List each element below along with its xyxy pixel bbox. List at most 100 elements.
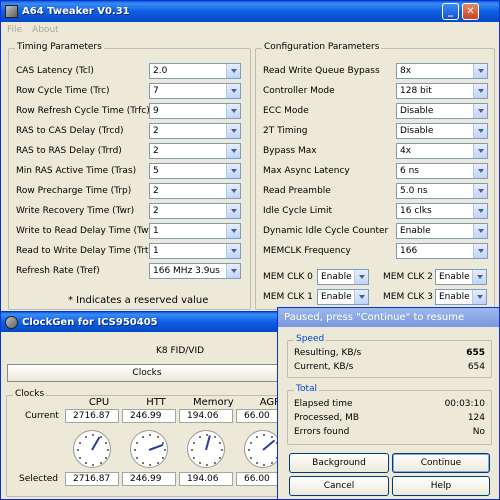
config-select[interactable]: 8x [396,63,488,79]
dropdown-arrow-icon[interactable] [473,124,487,138]
timing-label: RAS to RAS Delay (Trrd) [16,146,122,156]
config-select[interactable]: Disable [396,103,488,119]
timing-select[interactable]: 2 [149,123,241,139]
timing-select[interactable]: 2 [149,143,241,159]
dropdown-arrow-icon[interactable] [226,164,240,178]
dropdown-arrow-icon[interactable] [226,224,240,238]
menubar: File About [1,22,499,38]
config-select-value: 166 [400,246,418,256]
clock-dial[interactable] [130,430,168,468]
config-label: Controller Mode [263,86,335,96]
memclk-select[interactable]: Enable [317,289,369,305]
help-button[interactable]: Help [392,476,490,496]
memclk-select[interactable]: Enable [317,269,369,285]
config-select-value: 6 ns [400,166,419,176]
dropdown-arrow-icon[interactable] [473,64,487,78]
dial-tick [104,456,107,459]
continue-button[interactable]: Continue [392,453,490,473]
timing-select[interactable]: 1 [149,243,241,259]
clock-column-header: HTT [146,397,166,408]
memclk-select[interactable]: Enable [435,289,487,305]
dropdown-arrow-icon[interactable] [473,184,487,198]
timing-select[interactable]: 5 [149,163,241,179]
clock-dial[interactable] [73,430,111,468]
dropdown-arrow-icon[interactable] [226,264,240,278]
dropdown-arrow-icon[interactable] [473,84,487,98]
memclk-select[interactable]: Enable [435,269,487,285]
config-select-value: 8x [400,66,412,76]
timing-label: CAS Latency (Tcl) [16,66,94,76]
dropdown-arrow-icon[interactable] [473,144,487,158]
dropdown-arrow-icon[interactable] [473,164,487,178]
timing-select[interactable]: 1 [149,223,241,239]
config-select-value: 5.0 ns [400,186,428,196]
timing-select[interactable]: 2 [149,203,241,219]
timing-select[interactable]: 7 [149,83,241,99]
selected-clock-value: 194.06 [187,474,219,484]
timing-select[interactable]: 2.0 [149,63,241,79]
dropdown-arrow-icon[interactable] [473,244,487,258]
dropdown-arrow-icon[interactable] [226,104,240,118]
config-select[interactable]: 16 clks [396,203,488,219]
dropdown-arrow-icon[interactable] [226,244,240,258]
memclk-label: MEM CLK 1 [263,292,313,302]
config-select[interactable]: 6 ns [396,163,488,179]
close-icon[interactable]: ✕ [462,3,479,20]
paused-titlebar[interactable]: Paused, press "Continue" to resume [278,308,499,327]
config-select[interactable]: Disable [396,123,488,139]
dial-tick [99,461,102,464]
dial-tick [250,456,252,459]
dropdown-arrow-icon[interactable] [473,204,487,218]
dropdown-arrow-icon[interactable] [226,144,240,158]
tweaker-titlebar[interactable]: A64 Tweaker V0.31 _ ✕ [1,1,499,22]
current-clock-value: 66.00 [244,411,270,421]
dial-tick [136,456,138,459]
clockgen-titlebar[interactable]: ClockGen for ICS950405 [1,312,289,332]
clock-dial[interactable] [187,430,225,468]
clocks-button[interactable]: Clocks [7,364,287,382]
cancel-button[interactable]: Cancel [289,476,389,496]
dropdown-arrow-icon[interactable] [473,104,487,118]
menu-about[interactable]: About [32,25,59,35]
dropdown-arrow-icon[interactable] [354,290,368,304]
dial-tick [198,461,201,464]
selected-clock-value: 66.00 [244,474,270,484]
menu-file[interactable]: File [7,25,22,35]
dial-tick [193,441,195,444]
timing-label: Min RAS Active Time (Tras) [16,166,137,176]
config-select[interactable]: Enable [396,223,488,239]
config-label: Bypass Max [263,146,317,156]
timing-label: Write to Read Delay Time (Twtr) [16,226,160,236]
memclk-select-value: Enable [321,272,352,282]
dropdown-arrow-icon[interactable] [226,64,240,78]
config-select[interactable]: 5.0 ns [396,183,488,199]
timing-select[interactable]: 166 MHz 3.9us [149,263,241,279]
timing-select[interactable]: 2 [149,183,241,199]
dropdown-arrow-icon[interactable] [354,270,368,284]
config-select-value: 4x [400,146,412,156]
dropdown-arrow-icon[interactable] [226,124,240,138]
clocks-group-label: Clocks [13,389,47,399]
dropdown-arrow-icon[interactable] [473,224,487,238]
dial-hand [262,439,276,451]
minimize-icon[interactable]: _ [442,3,459,20]
background-button[interactable]: Background [289,453,389,473]
timing-select-value: 5 [153,166,159,176]
memclk-label: MEM CLK 0 [263,272,313,282]
dropdown-arrow-icon[interactable] [472,290,486,304]
dropdown-arrow-icon[interactable] [226,84,240,98]
dropdown-arrow-icon[interactable] [472,270,486,284]
config-select[interactable]: 4x [396,143,488,159]
timing-group-label: Timing Parameters [15,42,104,52]
config-select[interactable]: 166 [396,243,488,259]
paused-window: Paused, press "Continue" to resume Speed… [277,307,500,500]
dropdown-arrow-icon[interactable] [226,184,240,198]
timing-label: Refresh Rate (Tref) [16,266,100,276]
timing-select[interactable]: 9 [149,103,241,119]
processed-label: Processed, MB [294,413,360,423]
timing-label: Row Refresh Cycle Time (Trfc) [16,106,150,116]
config-select[interactable]: 128 bit [396,83,488,99]
timing-label: Write Recovery Time (Twr) [16,206,135,216]
dropdown-arrow-icon[interactable] [226,204,240,218]
dial-tick [79,456,81,459]
